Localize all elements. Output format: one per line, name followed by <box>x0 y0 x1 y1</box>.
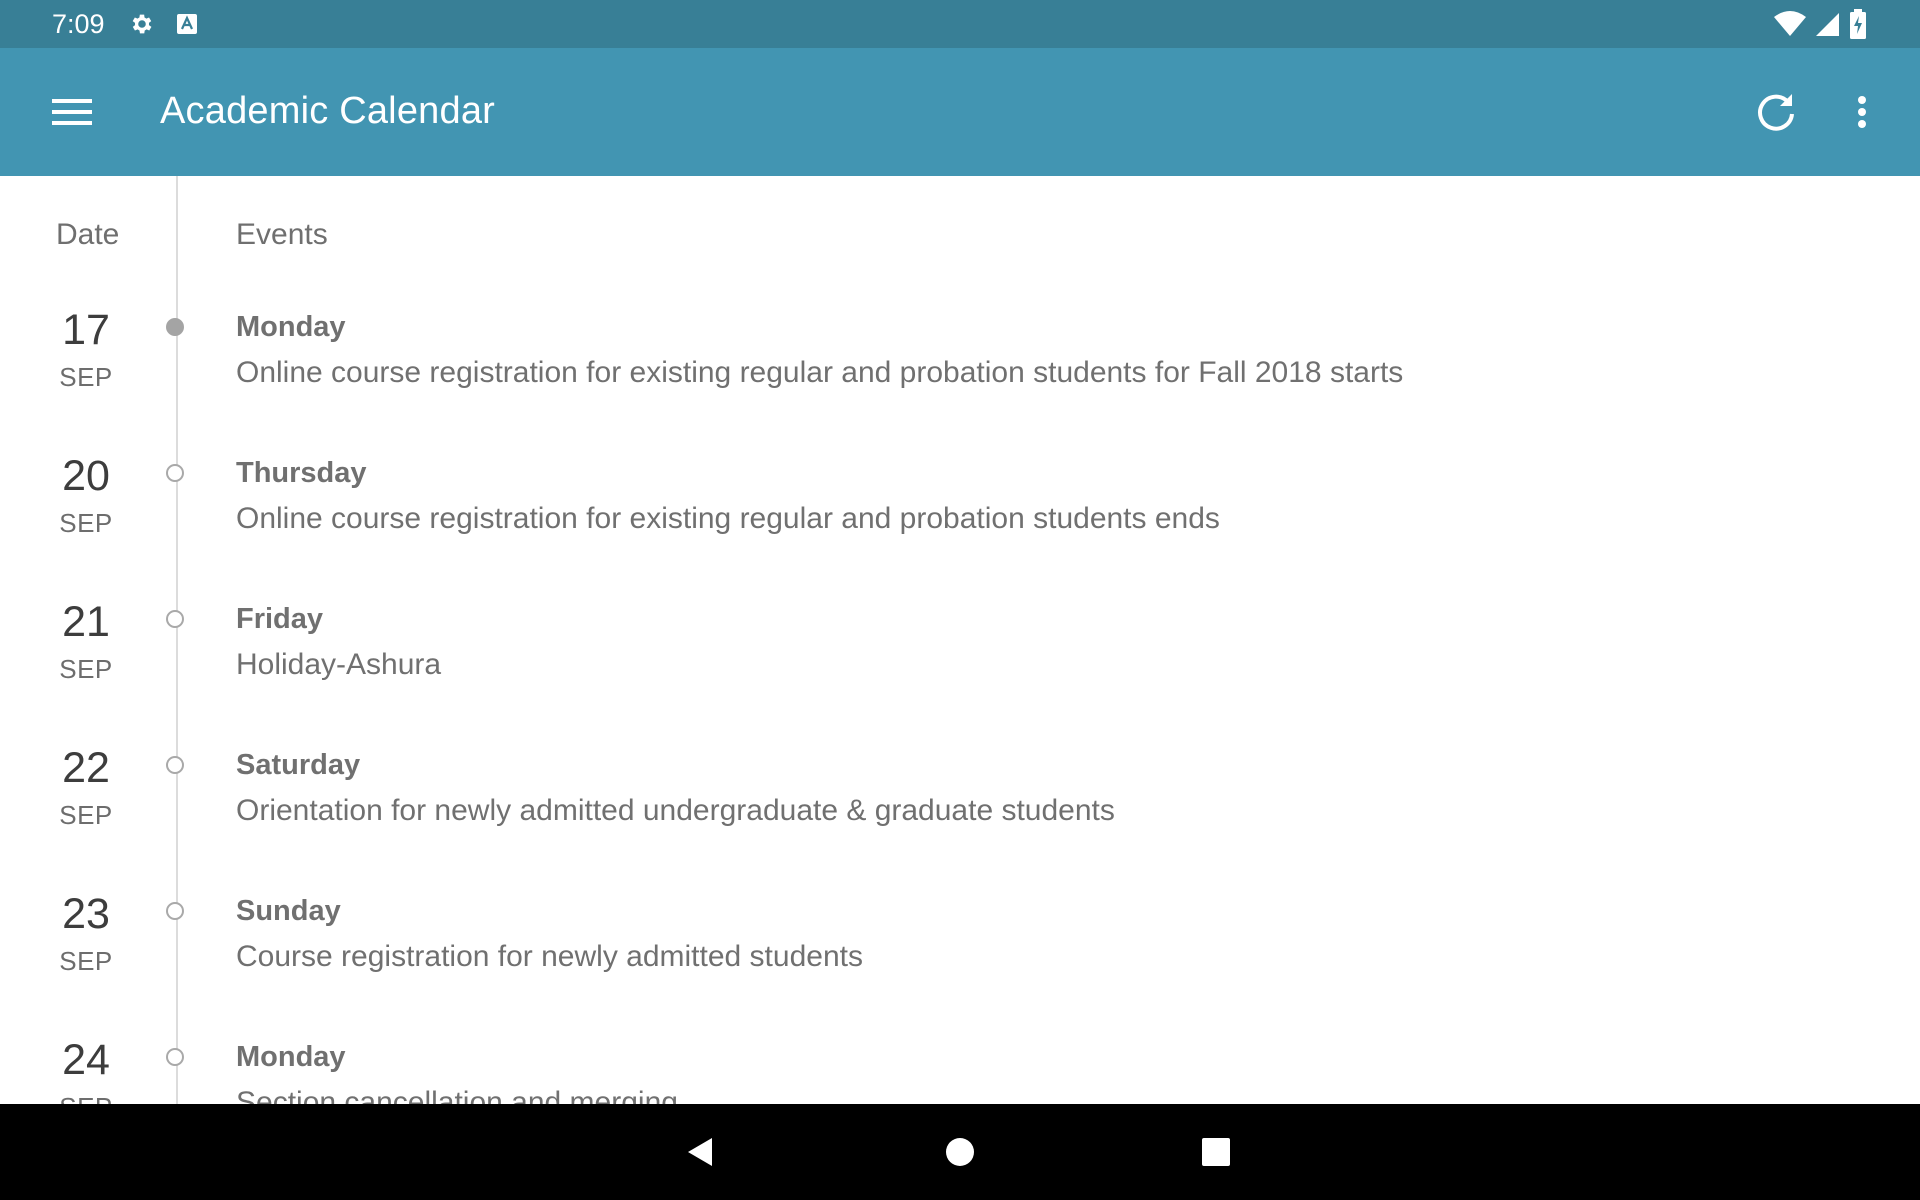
calendar-event-row[interactable]: 17 SEP Monday Online course registration… <box>0 306 1920 452</box>
event-day: 21 <box>62 598 110 646</box>
wifi-icon <box>1774 11 1806 36</box>
gear-icon <box>132 14 152 34</box>
event-weekday: Saturday <box>236 749 361 781</box>
event-weekday: Sunday <box>236 895 341 927</box>
event-day: 20 <box>62 452 110 500</box>
event-day: 24 <box>62 1036 110 1084</box>
a-icon <box>177 14 197 34</box>
date-column-header: Date <box>56 218 120 251</box>
calendar-event-row[interactable]: 20 SEP Thursday Online course registrati… <box>0 452 1920 598</box>
event-month: SEP <box>59 654 113 684</box>
event-description: Online course registration for existing … <box>236 502 1220 535</box>
event-day: 23 <box>62 890 110 938</box>
menu-icon[interactable] <box>44 88 100 136</box>
event-description: Online course registration for existing … <box>236 356 1404 389</box>
event-day: 17 <box>62 306 110 354</box>
events-column-header: Events <box>236 218 328 251</box>
calendar-event-row[interactable]: 22 SEP Saturday Orientation for newly ad… <box>0 744 1920 890</box>
calendar-event-row[interactable]: 21 SEP Friday Holiday-Ashura <box>0 598 1920 744</box>
status-bar: 7:09 <box>0 0 1920 48</box>
event-month: SEP <box>59 508 113 538</box>
more-vert-icon[interactable] <box>1838 88 1886 136</box>
timeline-dot <box>166 756 184 774</box>
event-month: SEP <box>59 946 113 976</box>
event-day: 22 <box>62 744 110 792</box>
back-icon[interactable] <box>682 1132 722 1172</box>
calendar-list[interactable]: Date Events 17 SEP Monday Online course … <box>0 176 1920 1104</box>
event-description: Holiday-Ashura <box>236 648 442 681</box>
event-weekday: Friday <box>236 603 324 635</box>
event-description: Orientation for newly admitted undergrad… <box>236 794 1115 827</box>
timeline-dot <box>166 902 184 920</box>
event-weekday: Monday <box>236 311 346 343</box>
event-weekday: Thursday <box>236 457 367 489</box>
app-bar: Academic Calendar <box>0 48 1920 176</box>
recents-icon[interactable] <box>1199 1132 1233 1172</box>
event-description: Course registration for newly admitted s… <box>236 940 863 973</box>
timeline-dot-active <box>166 318 184 336</box>
timeline-dot <box>166 464 184 482</box>
timeline-dot <box>166 1048 184 1066</box>
event-weekday: Monday <box>236 1041 346 1073</box>
calendar-event-row[interactable]: 23 SEP Sunday Course registration for ne… <box>0 890 1920 1036</box>
navigation-bar <box>0 1104 1920 1200</box>
status-time: 7:09 <box>52 9 105 39</box>
page-title: Academic Calendar <box>160 90 496 132</box>
battery-icon <box>1850 9 1866 39</box>
event-description: Section cancellation and merging <box>236 1086 678 1104</box>
refresh-icon[interactable] <box>1752 88 1800 136</box>
event-month: SEP <box>59 800 113 830</box>
timeline-dot <box>166 610 184 628</box>
calendar-event-row[interactable]: 24 SEP Monday Section cancellation and m… <box>0 1036 1920 1104</box>
home-icon[interactable] <box>944 1132 976 1172</box>
event-month: SEP <box>59 362 113 392</box>
signal-icon <box>1816 13 1839 36</box>
event-month: SEP <box>36 1092 136 1104</box>
